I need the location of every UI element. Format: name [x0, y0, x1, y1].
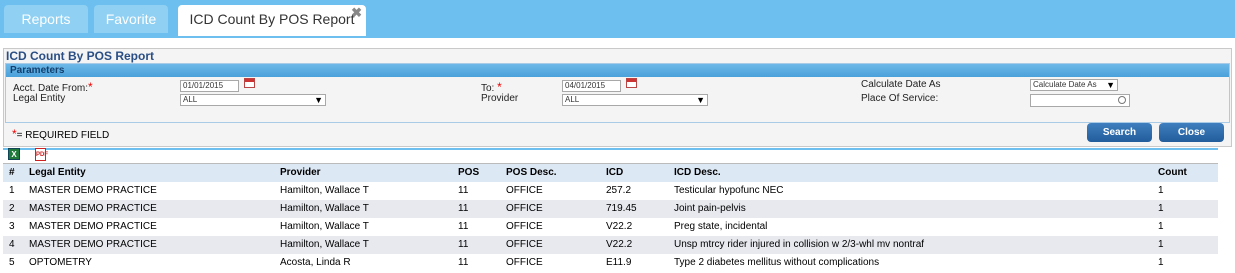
tab-label: ICD Count By POS Report [189, 11, 355, 27]
to-date-input[interactable]: 04/01/2015 [562, 80, 621, 92]
place-of-service-label: Place Of Service: [861, 93, 939, 104]
legal-entity-value: ALL [183, 95, 198, 104]
cell-icd-desc: Type 2 diabetes mellitus without complic… [674, 257, 880, 268]
cell-pos-desc: OFFICE [506, 185, 543, 196]
cell-pos: 11 [458, 185, 469, 196]
cell-pos-desc: OFFICE [506, 257, 543, 268]
tab-bar: Reports Favorite ICD Count By POS Report… [0, 0, 1235, 36]
acct-date-from-input[interactable]: 01/01/2015 [180, 80, 239, 92]
column-header-legal-entity[interactable]: Legal Entity [29, 164, 86, 182]
dropdown-arrow-icon: ▼ [696, 95, 705, 105]
to-date-label: To: * [481, 80, 502, 94]
parameters-header: Parameters [6, 64, 1229, 77]
cell-pos: 11 [458, 203, 469, 214]
acct-date-from-label: Acct. Date From:* [13, 80, 93, 94]
table-row[interactable]: 3 MASTER DEMO PRACTICE Hamilton, Wallace… [3, 218, 1218, 236]
tab-icd-count-by-pos-report[interactable]: ICD Count By POS Report ✖ [178, 5, 366, 36]
cell-count: 1 [1158, 221, 1164, 232]
provider-select[interactable]: ALL ▼ [562, 94, 708, 106]
cell-pos-desc: OFFICE [506, 239, 543, 250]
cell-count: 1 [1158, 203, 1164, 214]
dropdown-arrow-icon: ▼ [1106, 80, 1115, 90]
cell-icd-desc: Unsp mtrcy rider injured in collision w … [674, 239, 925, 250]
cell-icd-desc: Testicular hypofunc NEC [674, 185, 784, 196]
cell-pos: 11 [458, 239, 469, 250]
legal-entity-label: Legal Entity [13, 93, 66, 104]
dropdown-arrow-icon: ▼ [314, 95, 323, 105]
pdf-icon[interactable]: PDF [35, 148, 48, 161]
calculate-date-as-select[interactable]: Calculate Date As ▼ [1030, 79, 1118, 91]
cell-pos: 11 [458, 257, 469, 268]
calculate-date-as-value: Calculate Date As [1033, 80, 1097, 89]
cell-provider: Hamilton, Wallace T [280, 221, 369, 232]
excel-icon[interactable]: X [8, 148, 20, 160]
cell-pos-desc: OFFICE [506, 221, 543, 232]
cell-legal-entity: MASTER DEMO PRACTICE [29, 203, 157, 214]
place-of-service-input[interactable] [1030, 94, 1130, 107]
report-title: ICD Count By POS Report [6, 49, 155, 63]
cell-number: 1 [9, 185, 15, 196]
cell-count: 1 [1158, 257, 1164, 268]
cell-provider: Acosta, Linda R [280, 257, 351, 268]
cell-provider: Hamilton, Wallace T [280, 239, 369, 250]
cell-icd: E11.9 [606, 257, 632, 268]
column-header-count[interactable]: Count [1158, 164, 1187, 182]
cell-legal-entity: OPTOMETRY [29, 257, 92, 268]
column-header-icd-desc[interactable]: ICD Desc. [674, 164, 721, 182]
table-row[interactable]: 2 MASTER DEMO PRACTICE Hamilton, Wallace… [3, 200, 1218, 218]
cell-icd: 719.45 [606, 203, 637, 214]
table-header: # Legal Entity Provider POS POS Desc. IC… [3, 164, 1218, 182]
cell-number: 2 [9, 203, 15, 214]
cell-icd: V22.2 [606, 221, 633, 232]
cell-number: 5 [9, 257, 15, 268]
cell-pos-desc: OFFICE [506, 203, 543, 214]
column-header-number[interactable]: # [9, 164, 15, 182]
column-header-provider[interactable]: Provider [280, 164, 321, 182]
report-panel: ICD Count By POS Report Parameters Acct.… [3, 48, 1232, 147]
parameters-section: Parameters Acct. Date From:* 01/01/2015 … [5, 63, 1230, 123]
cell-legal-entity: MASTER DEMO PRACTICE [29, 221, 157, 232]
close-tab-icon[interactable]: ✖ [351, 0, 362, 27]
cell-icd: V22.2 [606, 239, 633, 250]
cell-count: 1 [1158, 185, 1164, 196]
required-field-note: *= REQUIRED FIELD [12, 127, 110, 141]
results-divider [3, 148, 1218, 150]
calendar-icon[interactable] [626, 78, 637, 88]
search-button[interactable]: Search [1087, 123, 1152, 142]
cell-icd-desc: Preg state, incidental [674, 221, 768, 232]
column-header-pos[interactable]: POS [458, 164, 479, 182]
cell-icd: 257.2 [606, 185, 632, 196]
calculate-date-as-label: Calculate Date As [861, 79, 941, 90]
legal-entity-select[interactable]: ALL ▼ [180, 94, 326, 106]
cell-legal-entity: MASTER DEMO PRACTICE [29, 239, 157, 250]
tab-favorite[interactable]: Favorite [94, 5, 168, 33]
column-header-icd[interactable]: ICD [606, 164, 623, 182]
cell-provider: Hamilton, Wallace T [280, 203, 369, 214]
cell-legal-entity: MASTER DEMO PRACTICE [29, 185, 157, 196]
provider-label: Provider [481, 93, 519, 104]
table-row[interactable]: 5 OPTOMETRY Acosta, Linda R 11 OFFICE E1… [3, 254, 1218, 272]
cell-icd-desc: Joint pain-pelvis [674, 203, 746, 214]
cell-number: 3 [9, 221, 15, 232]
table-row[interactable]: 1 MASTER DEMO PRACTICE Hamilton, Wallace… [3, 182, 1218, 200]
tab-underline [0, 36, 1235, 38]
close-button[interactable]: Close [1159, 123, 1224, 142]
table-row[interactable]: 4 MASTER DEMO PRACTICE Hamilton, Wallace… [3, 236, 1218, 254]
cell-provider: Hamilton, Wallace T [280, 185, 369, 196]
cell-count: 1 [1158, 239, 1164, 250]
results-table: # Legal Entity Provider POS POS Desc. IC… [3, 163, 1218, 272]
cell-number: 4 [9, 239, 15, 250]
tab-reports[interactable]: Reports [4, 5, 88, 33]
cell-pos: 11 [458, 221, 469, 232]
provider-value: ALL [565, 95, 580, 104]
calendar-icon[interactable] [244, 78, 255, 88]
lookup-icon[interactable] [1118, 96, 1126, 104]
column-header-pos-desc[interactable]: POS Desc. [506, 164, 557, 182]
